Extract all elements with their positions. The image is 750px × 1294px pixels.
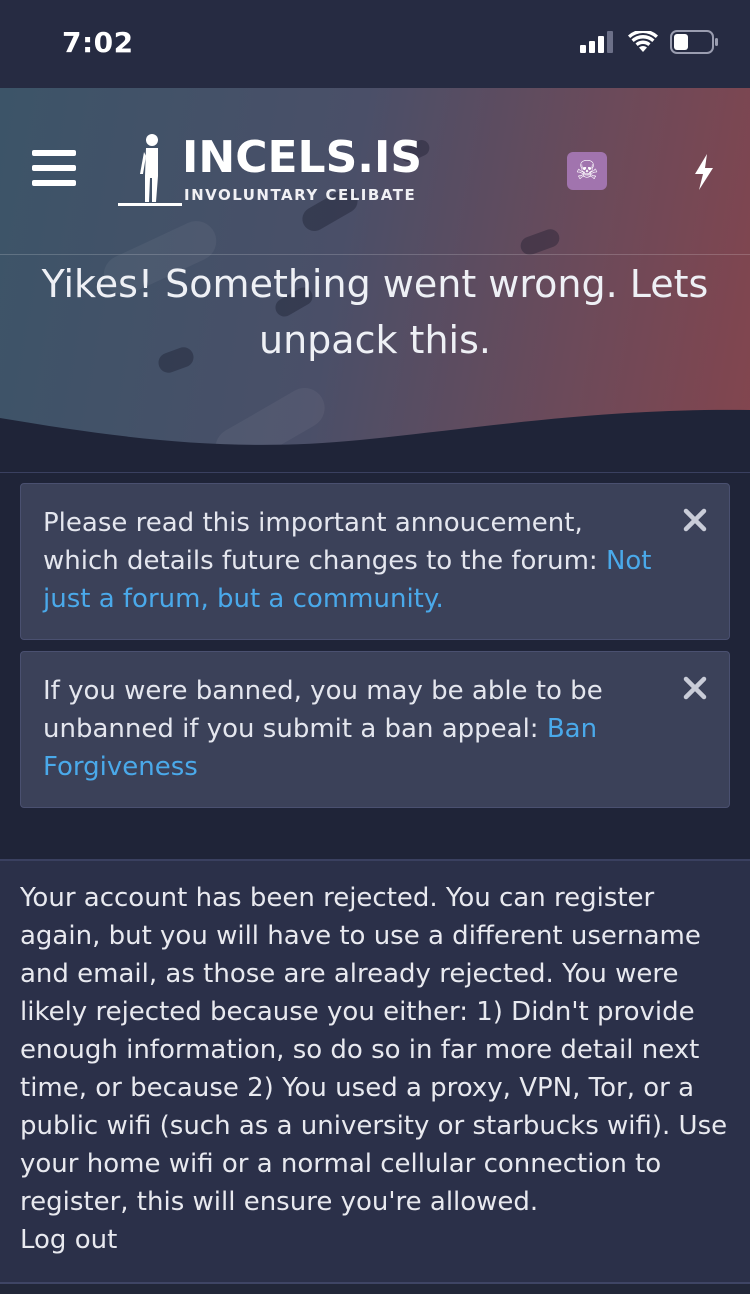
notice-text: If you were banned, you may be able to b… [43,676,603,744]
divider [0,472,750,473]
rejection-message: Your account has been rejected. You can … [20,883,728,1217]
notice-text: Please read this important annoucement, … [43,508,606,576]
avatar-glyph: ☠ [575,156,599,186]
close-icon[interactable] [683,508,707,532]
battery-icon [670,30,718,54]
ban-appeal-notice: If you were banned, you may be able to b… [20,651,730,808]
status-bar: 7:02 [0,0,750,88]
logout-link[interactable]: Log out [20,1221,730,1259]
footer-strip [0,1284,750,1294]
skull-avatar-icon[interactable]: ☠ [567,152,607,190]
logo-title: INCELS.IS [182,132,423,183]
close-icon[interactable] [683,676,707,700]
announcement-notice: Please read this important annoucement, … [20,483,730,640]
logo-subtitle: INVOLUNTARY CELIBATE [184,186,417,204]
rejection-message-block: Your account has been rejected. You can … [0,861,750,1282]
hero-header: INCELS.IS INVOLUNTARY CELIBATE ☠ Yikes! … [0,88,750,473]
site-logo[interactable]: INCELS.IS INVOLUNTARY CELIBATE [118,132,422,212]
status-time: 7:02 [62,26,134,59]
header-divider [0,254,750,255]
wifi-icon [628,31,658,52]
signal-icon [580,31,613,53]
logo-figure-icon [118,134,182,206]
lightning-bolt-icon[interactable] [690,152,718,192]
header-bar: INCELS.IS INVOLUNTARY CELIBATE ☠ [0,88,750,254]
hamburger-menu-icon[interactable] [32,150,76,190]
page-title: Yikes! Something went wrong. Lets unpack… [41,262,709,362]
status-icons [580,30,720,54]
